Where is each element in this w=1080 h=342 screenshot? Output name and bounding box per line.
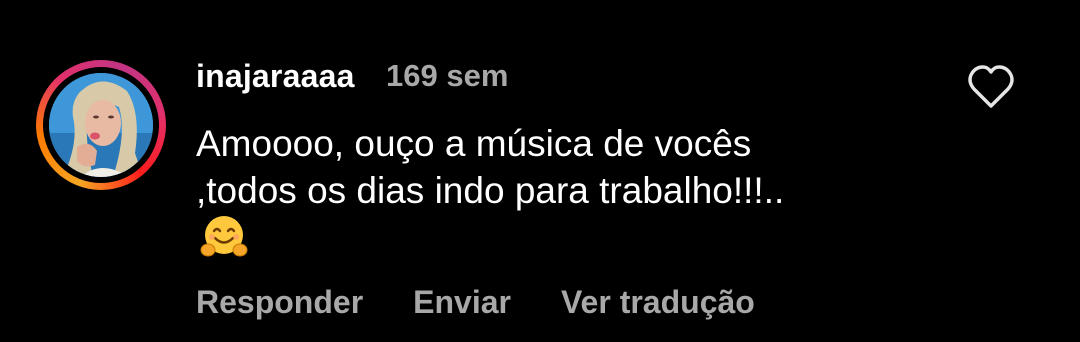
heart-outline-icon[interactable] <box>966 64 1016 110</box>
avatar <box>49 73 153 177</box>
comment-text-content: Amoooo, ouço a música de vocês ,todos os… <box>196 123 785 211</box>
username[interactable]: inajaraaaa <box>196 58 355 95</box>
reply-button[interactable]: Responder <box>196 284 363 321</box>
comment-actions: Responder Enviar Ver tradução <box>196 284 755 321</box>
avatar-photo <box>49 73 153 177</box>
send-button[interactable]: Enviar <box>413 284 511 321</box>
see-translation-button[interactable]: Ver tradução <box>561 284 755 321</box>
comment-row: inajaraaaa 169 sem Amoooo, ouço a música… <box>0 0 1080 342</box>
timestamp: 169 sem <box>386 58 509 93</box>
avatar-story-ring[interactable] <box>36 60 166 190</box>
hugging-face-emoji <box>200 216 248 257</box>
comment-text: Amoooo, ouço a música de vocês ,todos os… <box>196 120 836 261</box>
